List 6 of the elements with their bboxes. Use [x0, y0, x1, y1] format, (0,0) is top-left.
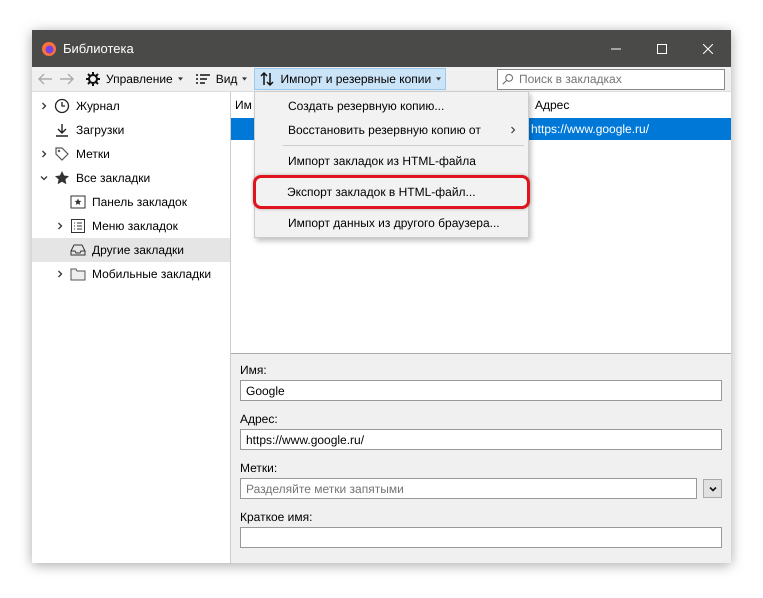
window-title: Библиотека [63, 41, 134, 56]
field-label: Адрес: [240, 412, 279, 428]
table-cell: https://www.google.ru/ [531, 122, 650, 136]
field-label: Краткое имя: [240, 510, 314, 526]
field-label: Имя: [240, 363, 268, 379]
field-label: Метки: [240, 461, 278, 477]
